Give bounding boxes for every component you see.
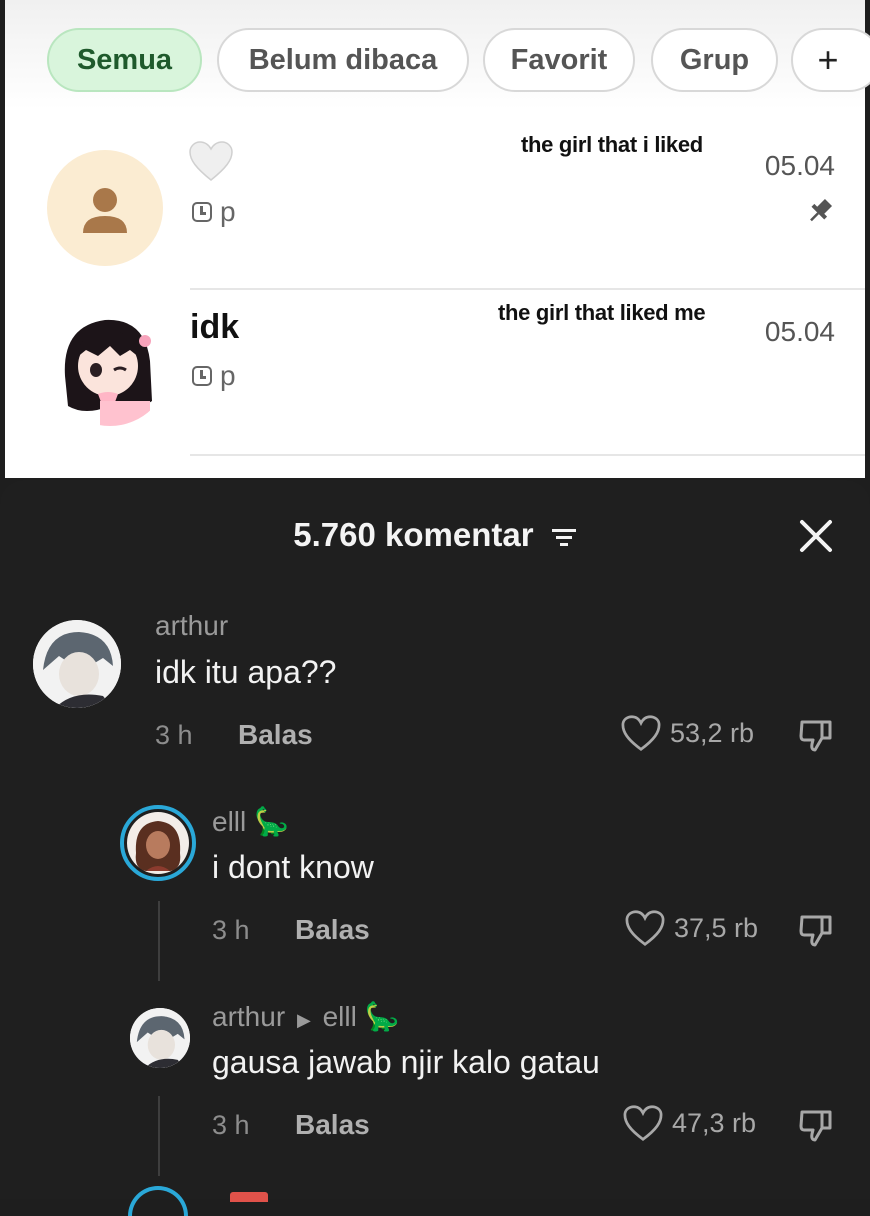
dislike-icon[interactable] bbox=[798, 1108, 834, 1144]
comment-reply-item: elll 🦕 i dont know 3 h Balas 37,5 rb bbox=[0, 805, 870, 985]
comment-text: i dont know bbox=[212, 849, 374, 885]
user-avatar[interactable] bbox=[120, 805, 196, 881]
plus-icon: + bbox=[817, 39, 839, 80]
filter-chip-belum-dibaca[interactable]: Belum dibaca bbox=[217, 28, 469, 92]
comment-time: 3 h bbox=[155, 720, 193, 750]
filter-chip-favorit[interactable]: Favorit bbox=[483, 28, 635, 92]
comment-count: 5.760 komentar bbox=[293, 516, 534, 553]
comment-username[interactable]: elll bbox=[212, 806, 246, 837]
comment-reply-item: arthur ▶ elll 🦕 gausa jawab njir kalo ga… bbox=[0, 1000, 870, 1180]
filter-chip-grup[interactable]: Grup bbox=[651, 28, 778, 92]
like-count: 47,3 rb bbox=[672, 1107, 757, 1138]
filter-chip-label: Grup bbox=[679, 43, 750, 76]
comment-time: 3 h bbox=[212, 915, 250, 945]
next-comment-avatar bbox=[128, 1186, 188, 1216]
like-count: 37,5 rb bbox=[674, 912, 759, 943]
pin-icon bbox=[810, 198, 833, 222]
reply-to-username[interactable]: elll bbox=[323, 1001, 357, 1032]
chat-row-2[interactable]: idk p the girl that liked me 05.04 bbox=[5, 300, 865, 450]
comment-text: gausa jawab njir kalo gatau bbox=[212, 1044, 600, 1080]
comment-username-row: arthur ▶ elll 🦕 bbox=[212, 1000, 399, 1033]
reply-button[interactable]: Balas bbox=[295, 914, 370, 946]
clock-icon bbox=[192, 366, 212, 386]
reply-button[interactable]: Balas bbox=[295, 1109, 370, 1141]
meme-caption: the girl that liked me bbox=[498, 300, 706, 325]
chat-list-panel: Semua Belum dibaca Favorit Grup + p the … bbox=[5, 0, 870, 478]
chat-divider bbox=[190, 454, 865, 456]
like-count: 53,2 rb bbox=[670, 717, 755, 748]
chat-list-screenshot: Semua Belum dibaca Favorit Grup + p the … bbox=[0, 0, 870, 480]
default-avatar bbox=[47, 150, 163, 266]
chat-last-message: p bbox=[192, 196, 236, 228]
thread-line bbox=[158, 1096, 160, 1176]
heart-outline-icon bbox=[621, 715, 661, 751]
comment-text: idk itu apa?? bbox=[155, 654, 337, 690]
chat-row-1[interactable]: p the girl that i liked 05.04 bbox=[5, 132, 865, 290]
chat-divider bbox=[190, 288, 865, 290]
clock-icon bbox=[192, 202, 212, 222]
add-filter-button[interactable]: + bbox=[791, 28, 870, 92]
reply-button[interactable]: Balas bbox=[238, 719, 313, 751]
dinosaur-emoji: 🦕 bbox=[364, 1001, 400, 1032]
filter-chip-label: Semua bbox=[76, 43, 173, 76]
filter-chip-label: Favorit bbox=[510, 43, 608, 76]
heart-outline-icon bbox=[625, 910, 665, 946]
heart-icon bbox=[189, 141, 233, 181]
like-button[interactable]: 37,5 rb bbox=[624, 909, 758, 947]
sort-icon[interactable] bbox=[551, 526, 577, 548]
next-comment-badge bbox=[230, 1192, 268, 1202]
filter-chip-label: Belum dibaca bbox=[248, 43, 438, 76]
chat-preview-text: p bbox=[220, 196, 236, 227]
chat-name: idk bbox=[190, 308, 240, 346]
comment-username-row: elll 🦕 bbox=[212, 805, 289, 838]
person-icon bbox=[83, 188, 127, 233]
close-icon[interactable] bbox=[798, 518, 834, 554]
comment-username[interactable]: arthur bbox=[212, 1001, 285, 1032]
chat-last-message: p bbox=[192, 360, 236, 392]
comment-time: 3 h bbox=[212, 1110, 250, 1140]
chat-time: 05.04 bbox=[764, 150, 835, 181]
comments-panel: 5.760 komentar arthur idk itu apa?? 3 h … bbox=[0, 480, 870, 1216]
comment-item: arthur idk itu apa?? 3 h Balas 53,2 rb bbox=[0, 610, 870, 760]
heart-outline-icon bbox=[623, 1105, 663, 1141]
reply-arrow-icon: ▶ bbox=[296, 1010, 311, 1030]
user-avatar[interactable] bbox=[130, 1008, 190, 1068]
comment-username[interactable]: arthur bbox=[155, 610, 228, 642]
comments-header: 5.760 komentar bbox=[0, 516, 870, 554]
dislike-icon[interactable] bbox=[798, 913, 834, 949]
anime-girl-avatar bbox=[50, 306, 170, 426]
like-button[interactable]: 53,2 rb bbox=[620, 714, 754, 752]
user-avatar[interactable] bbox=[33, 620, 121, 708]
dinosaur-emoji: 🦕 bbox=[254, 806, 289, 837]
chat-preview-text: p bbox=[220, 360, 236, 391]
filter-chip-semua[interactable]: Semua bbox=[47, 28, 202, 92]
dislike-icon[interactable] bbox=[798, 718, 834, 754]
meme-caption: the girl that i liked bbox=[521, 132, 703, 157]
chat-time: 05.04 bbox=[764, 316, 835, 347]
like-button[interactable]: 47,3 rb bbox=[622, 1104, 756, 1142]
thread-line bbox=[158, 901, 160, 981]
